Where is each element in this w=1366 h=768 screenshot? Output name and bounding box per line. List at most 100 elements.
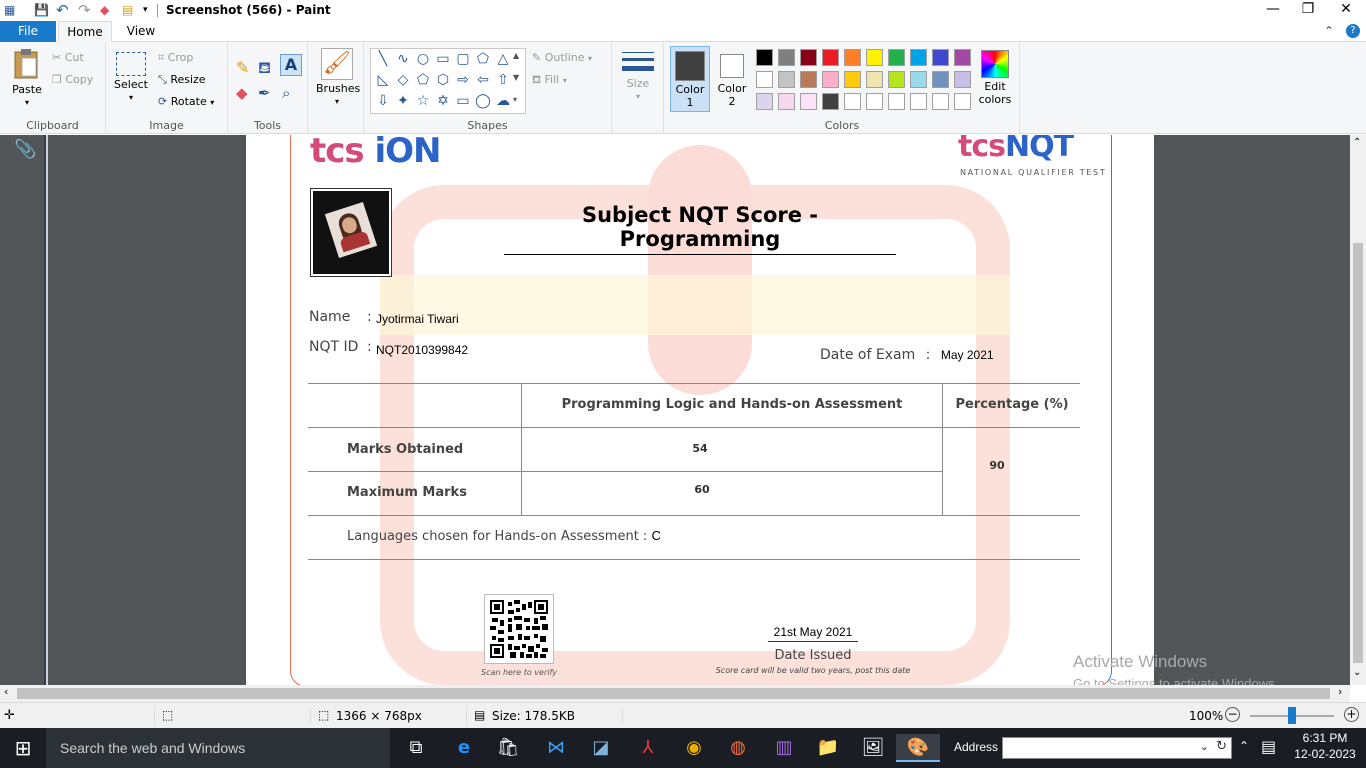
tab-home[interactable]: Home xyxy=(58,21,112,42)
cloud-callout-shape-icon[interactable]: ☁ xyxy=(495,93,511,109)
rotate-button[interactable]: ⟳ Rotate ▾ xyxy=(158,95,214,110)
zoom-in-icon[interactable]: + xyxy=(1344,707,1359,722)
file-explorer-icon[interactable]: 📁 xyxy=(812,734,844,762)
search-box[interactable]: Search the web and Windows xyxy=(46,728,390,768)
curve-shape-icon[interactable]: ∿ xyxy=(395,51,411,67)
clock[interactable]: 6:31 PM 12-02-2023 xyxy=(1286,731,1364,761)
paste-dropdown-icon[interactable]: ▾ xyxy=(8,96,46,109)
chrome-icon[interactable]: ◉ xyxy=(678,734,710,762)
vertical-scroll-thumb[interactable] xyxy=(1353,243,1363,663)
paint-app-icon[interactable]: ▦ xyxy=(4,2,15,18)
address-go-icon[interactable]: ↻ xyxy=(1216,739,1227,754)
show-hidden-icons[interactable]: ⌃ xyxy=(1239,739,1249,753)
palette-swatch[interactable] xyxy=(932,49,949,66)
zoom-slider-thumb[interactable] xyxy=(1288,707,1296,724)
triangle-shape-icon[interactable]: △ xyxy=(495,51,511,67)
palette-swatch[interactable] xyxy=(954,71,971,88)
palette-swatch[interactable] xyxy=(954,49,971,66)
palette-swatch[interactable] xyxy=(822,49,839,66)
paint-taskbar-icon[interactable]: 🎨 xyxy=(896,734,940,762)
pentagon-shape-icon[interactable]: ⬠ xyxy=(415,72,431,88)
palette-swatch[interactable] xyxy=(954,93,971,110)
shapes-scroll-up-icon[interactable]: ▲ xyxy=(513,51,519,60)
palette-swatch[interactable] xyxy=(844,49,861,66)
eraser-quick-icon[interactable]: ◆ xyxy=(100,2,109,18)
palette-swatch[interactable] xyxy=(932,71,949,88)
properties-icon[interactable]: ▤ xyxy=(122,2,133,18)
palette-swatch[interactable] xyxy=(822,71,839,88)
edge-icon[interactable]: e xyxy=(448,734,480,762)
file-menu[interactable]: File xyxy=(0,21,56,42)
minimize-button[interactable]: — xyxy=(1255,0,1291,21)
palette-swatch[interactable] xyxy=(800,71,817,88)
redo-icon[interactable]: ↷ xyxy=(78,2,91,18)
polygon-shape-icon[interactable]: ⬠ xyxy=(475,51,491,67)
minimize-ribbon-icon[interactable]: ⌃ xyxy=(1324,23,1334,39)
palette-swatch[interactable] xyxy=(888,93,905,110)
select-dropdown-icon[interactable]: ▾ xyxy=(112,91,150,104)
size-button[interactable]: Size ▾ xyxy=(618,50,658,103)
palette-swatch[interactable] xyxy=(800,93,817,110)
horizontal-scrollbar[interactable]: ‹ › xyxy=(0,685,1350,702)
right-arrow-shape-icon[interactable]: ⇨ xyxy=(455,72,471,88)
five-point-star-shape-icon[interactable]: ☆ xyxy=(415,93,431,109)
shapes-expand-icon[interactable]: ▾ xyxy=(513,95,517,104)
palette-swatch[interactable] xyxy=(910,93,927,110)
acrobat-icon[interactable]: ⅄ xyxy=(632,734,664,762)
line-shape-icon[interactable]: ╲ xyxy=(375,51,391,67)
select-button[interactable]: Select ▾ xyxy=(112,52,150,104)
close-button[interactable]: ✕ xyxy=(1328,0,1364,21)
scroll-up-icon[interactable]: ⌃ xyxy=(1353,137,1361,148)
palette-swatch[interactable] xyxy=(888,71,905,88)
rect-callout-shape-icon[interactable]: ▭ xyxy=(455,93,471,109)
zoom-out-icon[interactable]: − xyxy=(1225,707,1240,722)
verification-qr-code[interactable] xyxy=(484,594,554,664)
paste-button[interactable]: Paste ▾ xyxy=(8,48,46,109)
tab-view[interactable]: View xyxy=(118,21,164,42)
help-icon[interactable]: ? xyxy=(1346,24,1360,38)
color-picker-icon[interactable]: ✒ xyxy=(258,84,271,102)
palette-swatch[interactable] xyxy=(910,49,927,66)
resize-button[interactable]: ⤡ Resize xyxy=(158,73,206,87)
palette-swatch[interactable] xyxy=(756,49,773,66)
diamond-shape-icon[interactable]: ◇ xyxy=(395,72,411,88)
address-input[interactable]: ⌄ ↻ xyxy=(1002,737,1232,759)
six-point-star-shape-icon[interactable]: ✡ xyxy=(435,93,451,109)
notification-icon[interactable]: ▤ xyxy=(1261,737,1276,756)
copy-button[interactable]: ❐ Copy xyxy=(52,73,93,87)
down-arrow-shape-icon[interactable]: ⇩ xyxy=(375,93,391,109)
eraser-icon[interactable]: ◆ xyxy=(236,84,248,102)
palette-swatch[interactable] xyxy=(932,93,949,110)
customize-quick-access-icon[interactable]: ▾ xyxy=(143,2,148,18)
palette-swatch[interactable] xyxy=(822,93,839,110)
rectangle-shape-icon[interactable]: ▭ xyxy=(435,51,451,67)
undo-icon[interactable]: ↶ xyxy=(56,2,69,18)
shapes-scroll-down-icon[interactable]: ▼ xyxy=(513,73,519,82)
address-dropdown-icon[interactable]: ⌄ xyxy=(1200,740,1209,753)
four-point-star-shape-icon[interactable]: ✦ xyxy=(395,93,411,109)
edit-colors-button[interactable]: Edit colors xyxy=(976,48,1014,106)
palette-swatch[interactable] xyxy=(778,93,795,110)
palette-swatch[interactable] xyxy=(778,71,795,88)
palette-swatch[interactable] xyxy=(756,93,773,110)
task-view-icon[interactable]: ⧉ xyxy=(400,734,432,762)
cut-button[interactable]: ✂ Cut xyxy=(52,51,84,65)
oval-callout-shape-icon[interactable]: ◯ xyxy=(475,93,491,109)
vertical-scrollbar[interactable]: ⌃ ⌄ xyxy=(1350,135,1366,685)
scroll-left-icon[interactable]: ‹ xyxy=(4,685,8,698)
palette-swatch[interactable] xyxy=(866,71,883,88)
brushes-button[interactable]: 🖌 Brushes ▾ xyxy=(316,48,360,108)
magnifier-icon[interactable]: ⌕ xyxy=(282,84,290,102)
text-tool-icon[interactable]: A xyxy=(280,54,302,76)
scroll-right-icon[interactable]: › xyxy=(1338,685,1342,698)
right-triangle-shape-icon[interactable]: ◺ xyxy=(375,72,391,88)
palette-swatch[interactable] xyxy=(910,71,927,88)
maximize-button[interactable]: ❐ xyxy=(1290,0,1326,21)
app-icon[interactable]: ◪ xyxy=(585,734,617,762)
palette-swatch[interactable] xyxy=(866,93,883,110)
palette-swatch[interactable] xyxy=(888,49,905,66)
oval-shape-icon[interactable]: ○ xyxy=(415,51,431,67)
photos-icon[interactable]: 🖼 xyxy=(857,734,889,762)
rounded-rectangle-shape-icon[interactable]: ▢ xyxy=(455,51,471,67)
color1-button[interactable]: Color 1 xyxy=(670,46,710,112)
